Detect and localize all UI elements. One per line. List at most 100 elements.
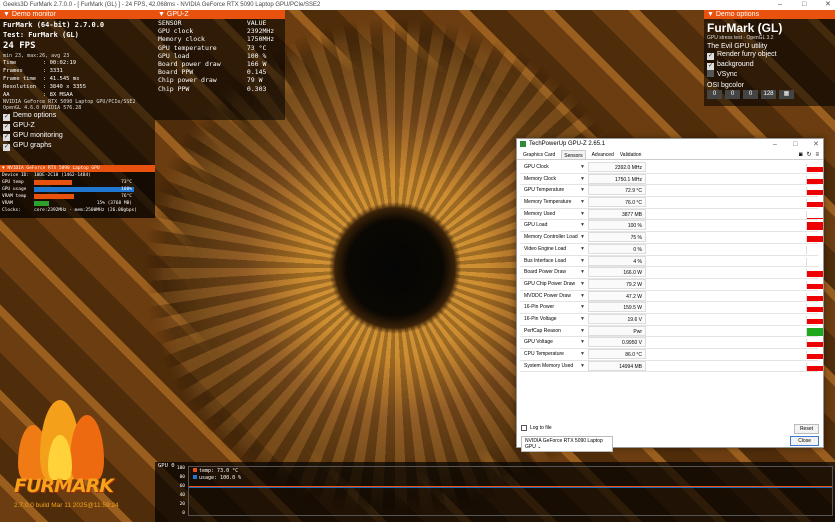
camera-icon[interactable]: ◙ — [799, 150, 803, 160]
gpu-select[interactable]: NVIDIA GeForce RTX 5090 Laptop GPU ⌄ — [521, 436, 613, 452]
color-swatch-icon[interactable]: ▦ — [779, 90, 794, 99]
sensor-graph — [806, 234, 823, 243]
checkbox-empty-icon[interactable] — [707, 70, 714, 77]
gpuz-close-button[interactable]: ✕ — [813, 139, 819, 150]
sensor-row: GPU Clock ▼ 2392.0 MHz — [520, 162, 823, 174]
monitor-option-0[interactable]: ✓ Demo options — [0, 111, 155, 121]
refresh-icon[interactable]: ↻ — [806, 150, 811, 160]
checkbox-checked-icon[interactable]: ✓ — [707, 53, 714, 60]
sensor-graph — [806, 315, 823, 324]
demo-option-2[interactable]: VSync — [704, 70, 835, 80]
log-label: Log to file — [530, 425, 552, 431]
logo-wordmark: FURMARK — [14, 475, 114, 497]
checkbox-checked-icon[interactable]: ✓ — [707, 63, 714, 70]
monitor-option-1[interactable]: ✓ GPU-Z — [0, 121, 155, 131]
chevron-down-icon[interactable]: ▼ — [580, 337, 585, 348]
tab-graphics-card[interactable]: Graphics Card — [523, 150, 555, 159]
option-label: GPU graphs — [13, 142, 52, 149]
minimize-button[interactable]: – — [778, 0, 782, 10]
reset-button[interactable]: Reset — [793, 424, 819, 434]
gpu-graph-panel: GPU 0 100 80 60 40 20 0 temp: 73.0 °C usage: 1… — [155, 462, 835, 522]
chevron-down-icon[interactable]: ▼ — [580, 349, 585, 360]
sensor-value: 0.303 — [246, 84, 267, 93]
monitor-option-2[interactable]: ✓ GPU monitoring — [0, 131, 155, 141]
demo-options-header[interactable]: ▼ Demo options — [704, 10, 835, 19]
stat-label: Frame time — [3, 76, 37, 82]
option-label: GPU monitoring — [13, 132, 63, 139]
chevron-down-icon[interactable]: ▼ — [580, 279, 585, 290]
sensor-graph — [806, 210, 823, 219]
demo-option-0[interactable]: ✓ Render furry object — [704, 50, 835, 60]
sensor-value: 14994 MB — [588, 360, 646, 371]
bgcolor-field[interactable]: 0 — [725, 90, 740, 99]
sensor-graph — [806, 280, 823, 289]
tab-validation[interactable]: Validation — [620, 150, 642, 159]
demo-option-1[interactable]: ✓ background — [704, 60, 835, 70]
evil-utility-label: The Evil GPU utility — [707, 43, 768, 50]
y-tick-label: 20 — [179, 502, 185, 507]
chevron-down-icon[interactable]: ▼ — [580, 220, 585, 231]
metric-value: 15% (3768 MB) — [96, 201, 132, 206]
sensor-row: GPU Load ▼ 100 % — [520, 220, 823, 233]
sensor-graph — [806, 339, 823, 348]
sensor-name: Chip PPW — [158, 84, 190, 93]
gpu-monitoring-box: ▼ NVIDIA GeForce RTX 5090 Laptop GPU Dev… — [0, 165, 155, 218]
chevron-down-icon: ⌄ — [537, 444, 542, 450]
chevron-down-icon[interactable]: ▼ — [580, 232, 585, 243]
sensor-value: 47.2 W — [588, 290, 646, 301]
tab-sensors[interactable]: Sensors — [561, 150, 586, 159]
log-checkbox[interactable] — [521, 425, 527, 431]
chevron-down-icon[interactable]: ▼ — [580, 197, 585, 208]
sensor-name: Memory Controller Load — [524, 234, 578, 241]
sensor-row: 16-Pin Power ▼ 159.5 W — [520, 302, 823, 314]
y-tick-label: 40 — [179, 493, 185, 498]
close-gpuz-button[interactable]: Close — [790, 436, 819, 446]
chevron-down-icon[interactable]: ▼ — [580, 244, 585, 255]
chevron-down-icon[interactable]: ▼ — [580, 256, 585, 267]
sensor-value: 76.0 °C — [588, 197, 646, 208]
chevron-down-icon[interactable]: ▼ — [580, 209, 585, 220]
gpu-metric-row: GPU temp 73°C — [0, 179, 155, 186]
sensor-name: Board power draw — [158, 60, 221, 69]
checkbox-checked-icon[interactable]: ✓ — [3, 144, 10, 151]
gpuz-overlay-panel: ▼ GPU-Z SENSOR VALUE GPU clock 2392MHz Memo… — [155, 10, 285, 120]
checkbox-checked-icon[interactable]: ✓ — [3, 124, 10, 131]
menu-icon[interactable]: ≡ — [815, 150, 819, 160]
chevron-down-icon[interactable]: ▼ — [580, 314, 585, 325]
demo-monitor-panel: ▼ Demo monitor FurMark (64-bit) 2.7.0.0 … — [0, 10, 155, 166]
sensor-graph — [806, 362, 823, 371]
checkbox-checked-icon[interactable]: ✓ — [3, 114, 10, 121]
sensor-row: Memory Used ▼ 3877 MB — [520, 208, 823, 221]
sensor-graph-fill — [807, 217, 823, 219]
close-button[interactable]: ✕ — [825, 0, 831, 10]
maximize-button[interactable]: □ — [802, 0, 806, 10]
sensor-row: PerfCap Reason ▼ Pwr — [520, 325, 823, 338]
demo-monitor-header[interactable]: ▼ Demo monitor — [0, 10, 155, 19]
chevron-down-icon[interactable]: ▼ — [580, 185, 585, 196]
chevron-down-icon[interactable]: ▼ — [580, 291, 585, 302]
log-to-file[interactable]: Log to file — [521, 425, 552, 431]
bgcolor-field[interactable]: 0 — [743, 90, 758, 99]
chevron-down-icon[interactable]: ▼ — [580, 174, 585, 185]
sensor-graph-fill — [807, 307, 823, 313]
chevron-down-icon[interactable]: ▼ — [580, 302, 585, 313]
sensor-value: 86.0 °C — [588, 349, 646, 359]
bgcolor-field[interactable]: 128 — [761, 90, 776, 99]
checkbox-checked-icon[interactable]: ✓ — [3, 134, 10, 141]
sensor-value: 166 W — [246, 60, 267, 69]
gpuz-overlay-header[interactable]: ▼ GPU-Z — [155, 10, 285, 19]
tab-advanced[interactable]: Advanced — [592, 150, 614, 159]
sensor-value: 2392MHz — [246, 27, 275, 36]
chevron-down-icon[interactable]: ▼ — [580, 267, 585, 278]
window-titlebar: Geeks3D FurMark 2.7.0.0 - [ FurMark (GL)… — [0, 0, 835, 10]
gpuz-maximize-button[interactable]: □ — [793, 139, 797, 150]
gpuz-minimize-button[interactable]: – — [773, 139, 777, 150]
chevron-down-icon[interactable]: ▼ — [580, 162, 585, 173]
chevron-down-icon[interactable]: ▼ — [580, 326, 585, 337]
monitor-option-3[interactable]: ✓ GPU graphs — [0, 141, 155, 151]
chevron-down-icon[interactable]: ▼ — [580, 361, 585, 372]
sensor-name: Memory Used — [524, 210, 556, 217]
bgcolor-field[interactable]: 0 — [707, 90, 722, 99]
sensor-name: MVDDC Power Draw — [524, 292, 571, 299]
sensor-graph — [806, 351, 823, 359]
